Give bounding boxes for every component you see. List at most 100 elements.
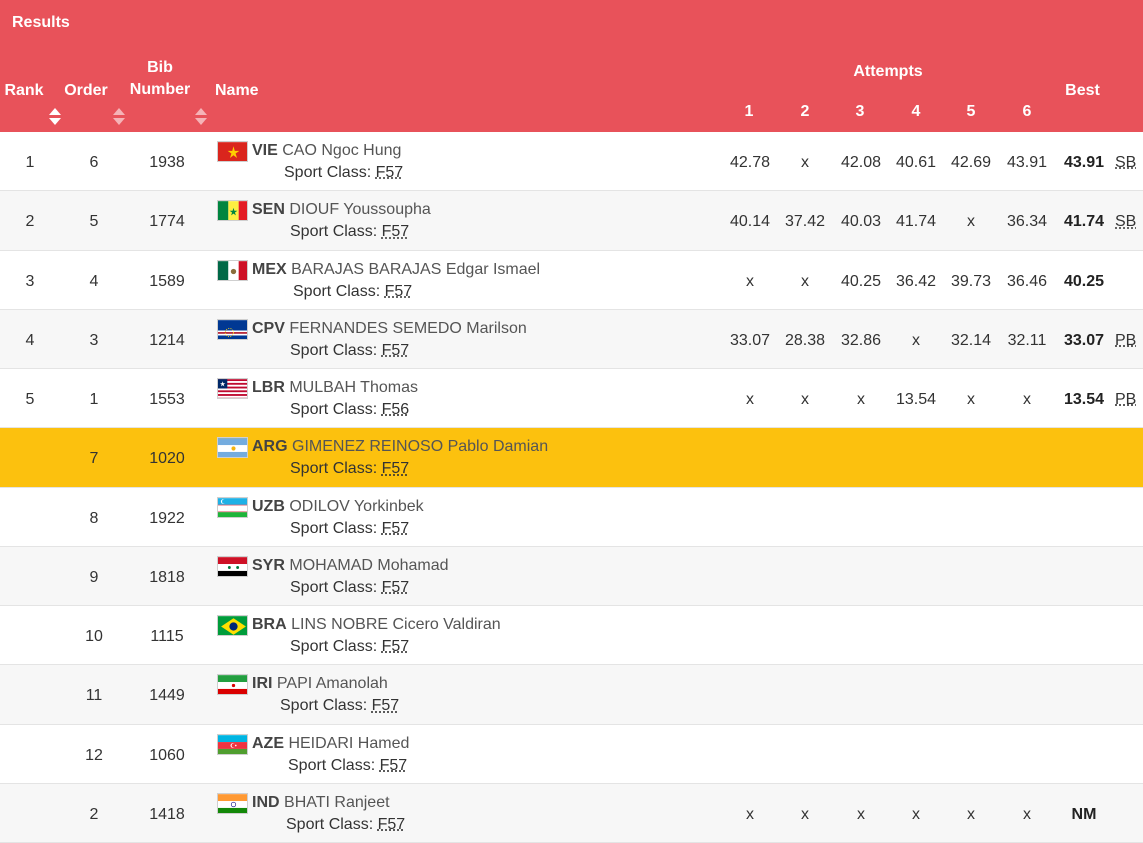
bib-sort-icon[interactable] [193,108,207,126]
attempt-4-cell: 41.74 [895,213,937,231]
athlete-name[interactable]: VIE CAO Ngoc Hung [252,141,401,161]
best-mark-cell: 13.54 [1063,391,1105,408]
attempt-2-cell: 37.42 [784,213,826,231]
sport-class-value[interactable]: F57 [382,638,410,655]
sport-class-value[interactable]: F57 [382,223,410,240]
noc-code: ARG [252,438,288,456]
sport-class-line: Sport Class: F56 [290,400,409,420]
attempt-1-header: 1 [744,103,754,120]
bib-cell: 1922 [149,509,185,527]
athlete-name[interactable]: AZE HEIDARI Hamed [252,734,409,754]
athlete-name[interactable]: BRA LINS NOBRE Cicero Valdiran [252,615,501,635]
results-title: Results [12,14,70,31]
table-row: 7 1020 ARG GIMENEZ REINOSO Pablo Damian … [0,428,1143,488]
rank-column-header[interactable]: Rank [0,80,48,102]
record-badge[interactable]: SB [1115,153,1136,173]
liberia-flag-icon [217,378,248,399]
noc-code: IRI [252,675,273,693]
sport-class-line: Sport Class: F57 [290,637,409,657]
sport-class-value[interactable]: F57 [382,342,410,359]
bib-cell: 1020 [149,450,185,468]
noc-code: AZE [252,734,284,752]
attempt-6-cell: 43.91 [1006,154,1048,171]
bib-cell: 1553 [149,391,185,408]
attempt-5-cell: 42.69 [950,154,992,171]
rank-sort-icon[interactable] [47,108,61,126]
sport-class-value[interactable]: F57 [378,816,406,833]
attempt-4-cell: 40.61 [895,154,937,171]
attempt-4-header: 4 [911,103,921,120]
sport-class-line: Sport Class: F57 [286,815,405,835]
order-sort-icon[interactable] [111,108,125,126]
bib-header-line2: Number [129,81,191,98]
bib-header-line1: Bib [147,59,173,76]
sport-class-value[interactable]: F57 [380,757,408,774]
order-cell: 7 [89,450,99,468]
sport-class-line: Sport Class: F57 [284,163,403,183]
athlete-name[interactable]: UZB ODILOV Yorkinbek [252,497,424,517]
record-badge[interactable]: SB [1115,212,1136,232]
athlete-name[interactable]: CPV FERNANDES SEMEDO Marilson [252,319,527,339]
sport-class-value[interactable]: F57 [382,460,410,477]
results-table: Results Rank Order Bib Number Name Attem… [0,0,1143,843]
sport-class-value[interactable]: F57 [385,283,413,300]
record-badge[interactable]: PB [1115,331,1136,351]
bib-cell: 1418 [149,805,185,823]
uzbekistan-flag-icon [217,496,248,518]
sport-class-value[interactable]: F56 [382,401,410,418]
athlete-full-name: MOHAMAD Mohamad [289,556,449,574]
bib-cell: 1774 [149,213,185,231]
mexico-flag-icon [217,259,248,281]
attempts-column-header: Attempts [853,63,923,80]
sport-class-value[interactable]: F57 [382,579,410,596]
attempt-5-cell: x [967,805,975,823]
sport-class-value[interactable]: F57 [372,697,400,714]
athlete-name[interactable]: MEX BARAJAS BARAJAS Edgar Ismael [252,260,540,280]
sport-class-label: Sport Class: [293,282,381,300]
sport-class-value[interactable]: F57 [382,520,410,537]
attempt-1-cell: x [746,391,754,408]
attempt-3-cell: 42.08 [840,154,882,171]
athlete-name[interactable]: IND BHATI Ranjeet [252,793,390,813]
rank-cell: 2 [25,213,35,231]
athlete-full-name: ODILOV Yorkinbek [289,497,424,515]
order-cell: 9 [89,568,99,586]
table-row: 2 1418 IND BHATI Ranjeet Sport Class: F5… [0,783,1143,843]
table-row: 2 5 1774 SEN DIOUF Youssoupha Sport Clas… [0,191,1143,251]
sport-class-line: Sport Class: F57 [290,222,409,242]
table-row: 3 4 1589 MEX BARAJAS BARAJAS Edgar Ismae… [0,251,1143,310]
athlete-name[interactable]: IRI PAPI Amanolah [252,674,388,694]
attempt-2-cell: x [801,805,809,823]
sport-class-line: Sport Class: F57 [288,756,407,776]
attempt-1-cell: x [746,272,754,290]
sport-class-label: Sport Class: [290,341,378,359]
sport-class-label: Sport Class: [280,697,368,715]
best-mark-cell: 40.25 [1063,272,1105,290]
bib-column-header[interactable]: Bib Number [120,57,200,101]
bib-cell: 1938 [149,154,185,171]
attempt-6-header: 6 [1022,103,1032,120]
athlete-name[interactable]: SYR MOHAMAD Mohamad [252,556,449,576]
noc-code: UZB [252,497,285,515]
order-column-header[interactable]: Order [60,80,112,102]
best-mark-cell: NM [1071,805,1097,823]
athlete-name[interactable]: SEN DIOUF Youssoupha [252,200,431,220]
athlete-full-name: BHATI Ranjeet [284,793,390,811]
noc-code: CPV [252,319,285,337]
sport-class-label: Sport Class: [290,401,378,418]
athlete-name[interactable]: ARG GIMENEZ REINOSO Pablo Damian [252,437,548,457]
record-badge[interactable]: PB [1115,390,1136,410]
sport-class-label: Sport Class: [290,638,378,655]
order-cell: 10 [85,628,103,645]
attempt-6-cell: x [1023,805,1031,823]
order-cell: 8 [89,509,99,527]
attempt-3-header: 3 [855,103,865,120]
best-mark-cell: 43.91 [1063,154,1105,171]
attempt-1-cell: 40.14 [729,213,771,231]
table-row: 8 1922 UZB ODILOV Yorkinbek Sport Class:… [0,488,1143,547]
sport-class-value[interactable]: F57 [376,164,404,181]
athlete-name[interactable]: LBR MULBAH Thomas [252,378,418,398]
table-row: 12 1060 AZE HEIDARI Hamed Sport Class: F… [0,725,1143,784]
india-flag-icon [217,792,248,814]
table-row: 10 1115 BRA LINS NOBRE Cicero Valdiran S… [0,606,1143,666]
